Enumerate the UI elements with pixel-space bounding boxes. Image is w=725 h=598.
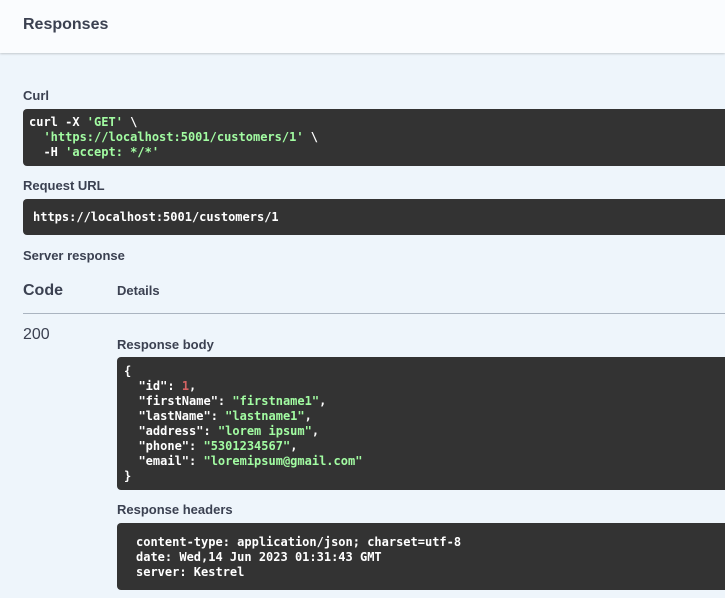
curl-label: Curl (23, 88, 49, 103)
json-separator: : (203, 424, 218, 438)
json-value: "firstname1" (232, 394, 320, 408)
json-close-brace: } (124, 469, 132, 483)
table-divider (23, 313, 725, 314)
request-url-label: Request URL (23, 178, 105, 193)
curl-code-block[interactable]: curl -X 'GET' \ 'https://localhost:5001/… (23, 109, 725, 166)
json-separator: : (189, 439, 204, 453)
response-headers-code[interactable]: content-type: application/json; charset=… (117, 523, 725, 590)
curl-cont-1: \ (122, 115, 138, 129)
json-comma: , (319, 394, 327, 408)
json-key: "firstName" (124, 394, 218, 408)
server-response-label: Server response (23, 248, 125, 263)
curl-method: 'GET' (86, 115, 123, 129)
json-field: "firstName": "firstname1", (124, 394, 725, 409)
json-field: "phone": "5301234567", (124, 439, 725, 454)
json-field: "email": "loremipsum@gmail.com" (124, 454, 725, 469)
column-code-header: Code (23, 282, 63, 299)
json-open-brace: { (124, 364, 132, 378)
json-field: "address": "lorem ipsum", (124, 424, 725, 439)
json-comma: , (189, 379, 197, 393)
json-comma: , (290, 439, 298, 453)
json-value: 1 (181, 379, 190, 393)
response-header-line: content-type: application/json; charset=… (136, 535, 462, 549)
json-key: "phone" (124, 439, 190, 453)
json-value: "lorem ipsum" (217, 424, 312, 438)
response-header-line: server: Kestrel (136, 565, 245, 579)
section-title: Responses (23, 16, 109, 33)
json-separator: : (189, 454, 204, 468)
curl-line-2: 'https://localhost:5001/customers/1' \ (29, 130, 725, 145)
curl-url: 'https://localhost:5001/customers/1' (43, 130, 304, 144)
json-comma: , (311, 424, 320, 438)
json-value: "loremipsum@gmail.com" (203, 454, 363, 468)
response-header-line: date: Wed,14 Jun 2023 01:31:43 GMT (136, 550, 382, 564)
curl-header-flag: -H (29, 145, 66, 159)
curl-indent (29, 130, 43, 144)
json-separator: : (210, 409, 226, 423)
responses-header: Responses (0, 0, 725, 53)
response-body-label: Response body (117, 337, 214, 352)
curl-header-value: 'accept: */*' (65, 145, 160, 159)
response-body-code[interactable]: { "id": 1, "firstName": "firstname1", "l… (117, 357, 725, 490)
json-key: "id" (124, 379, 168, 393)
request-url-value[interactable]: https://localhost:5001/customers/1 (23, 199, 725, 235)
json-value: "5301234567" (203, 439, 291, 453)
json-fields: "id": 1, "firstName": "firstname1", "las… (124, 379, 725, 469)
curl-cont-2: \ (303, 130, 318, 144)
json-separator: : (217, 394, 233, 408)
json-field: "id": 1, (124, 379, 725, 394)
curl-cmd: curl -X (29, 115, 87, 129)
json-comma: , (304, 409, 312, 423)
status-code: 200 (23, 326, 50, 343)
json-key: "email" (124, 454, 190, 468)
json-key: "lastName" (124, 409, 211, 423)
json-key: "address" (124, 424, 204, 438)
curl-line-3: -H 'accept: */*' (29, 145, 725, 160)
column-details-header: Details (117, 283, 160, 298)
response-headers-label: Response headers (117, 502, 233, 517)
json-separator: : (167, 379, 182, 393)
curl-line-1: curl -X 'GET' \ (29, 115, 725, 130)
json-field: "lastName": "lastname1", (124, 409, 725, 424)
json-value: "lastname1" (225, 409, 305, 423)
